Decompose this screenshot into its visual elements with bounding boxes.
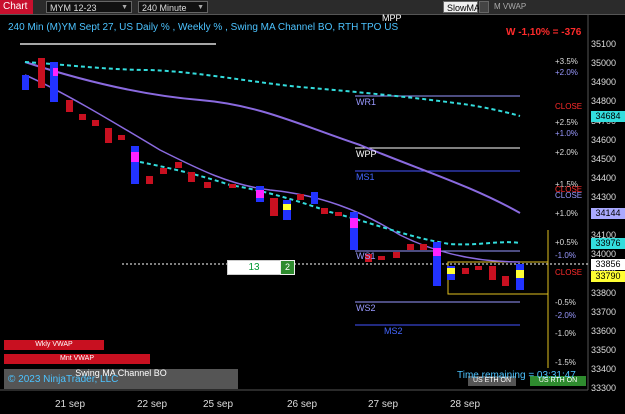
pct-label: +1.0% xyxy=(555,209,578,218)
date-label: 21 sep xyxy=(55,399,86,410)
copyright-notice: © 2023 NinjaTrader, LLC xyxy=(8,374,119,385)
price-chart[interactable] xyxy=(0,0,625,414)
signal-side-box: 2 xyxy=(280,260,295,275)
pct-label: -1.0% xyxy=(555,251,576,260)
level-wpp: WPP xyxy=(356,149,377,159)
weekly-vwap-label: Wkly VWAP xyxy=(35,341,73,348)
price-tick: 33800 xyxy=(591,288,617,298)
price-tag: 33976 xyxy=(591,238,625,249)
price-tick: 34300 xyxy=(591,192,617,202)
pct-label: CLOSE xyxy=(555,268,583,277)
pct-label: +1.0% xyxy=(555,129,578,138)
level-ws2: WS2 xyxy=(356,303,376,313)
weekly-performance: W -1,10% = -376 xyxy=(506,27,582,38)
price-tick: 34600 xyxy=(591,135,617,145)
candles xyxy=(22,58,524,290)
pct-label: +0.5% xyxy=(555,238,578,247)
price-tag: 33856 xyxy=(591,259,625,270)
monthly-vwap-label: Mnt VWAP xyxy=(60,355,94,362)
price-tick: 33400 xyxy=(591,364,617,374)
date-label: 26 sep xyxy=(287,399,318,410)
price-tag: 34144 xyxy=(591,208,625,219)
pct-label: -0.5% xyxy=(555,298,576,307)
price-tick: 34000 xyxy=(591,249,617,259)
price-tag: 34684 xyxy=(591,111,625,122)
pct-label: CLOSE xyxy=(555,102,583,111)
level-wr1: WR1 xyxy=(356,97,376,107)
level-ms1: MS1 xyxy=(356,172,375,182)
price-tick: 35100 xyxy=(591,39,617,49)
price-tick: 34900 xyxy=(591,77,617,87)
level-ms2: MS2 xyxy=(384,326,403,336)
price-axis[interactable]: 35100 35000 34900 34800 34700 34600 3450… xyxy=(588,14,625,393)
price-tick: 34500 xyxy=(591,154,617,164)
pct-label: -1.5% xyxy=(555,358,576,367)
price-tick: 34800 xyxy=(591,96,617,106)
date-label: 22 sep xyxy=(137,399,168,410)
price-tick: 33600 xyxy=(591,326,617,336)
pct-label: -1.0% xyxy=(555,329,576,338)
date-label: 25 sep xyxy=(203,399,234,410)
pct-label: +2.5% xyxy=(555,118,578,127)
chart-header: 240 Min (M)YM Sept 27, US Daily % , Week… xyxy=(8,22,399,33)
date-label: 28 sep xyxy=(450,399,481,410)
time-axis[interactable]: 21 sep 22 sep 25 sep 26 sep 27 sep 28 se… xyxy=(0,394,588,414)
price-tick: 33300 xyxy=(591,383,617,393)
price-tick: 34400 xyxy=(591,173,617,183)
pct-label: +2.0% xyxy=(555,68,578,77)
pct-label: CLOSE xyxy=(555,191,583,200)
pct-label: +3.5% xyxy=(555,57,578,66)
pct-label: -2.0% xyxy=(555,311,576,320)
price-tick: 35000 xyxy=(591,58,617,68)
pct-label: +2.0% xyxy=(555,148,578,157)
us-rth-toggle[interactable]: US RTH ON xyxy=(530,376,586,386)
level-ws1: WS1 xyxy=(356,251,376,261)
price-tick: 33700 xyxy=(591,307,617,317)
date-label: 27 sep xyxy=(368,399,399,410)
current-price-tag: 33790 xyxy=(591,271,625,282)
signal-count-box: 13 xyxy=(227,260,281,275)
us-eth-toggle[interactable]: US ETH ON xyxy=(468,376,516,386)
price-tick: 33500 xyxy=(591,345,617,355)
